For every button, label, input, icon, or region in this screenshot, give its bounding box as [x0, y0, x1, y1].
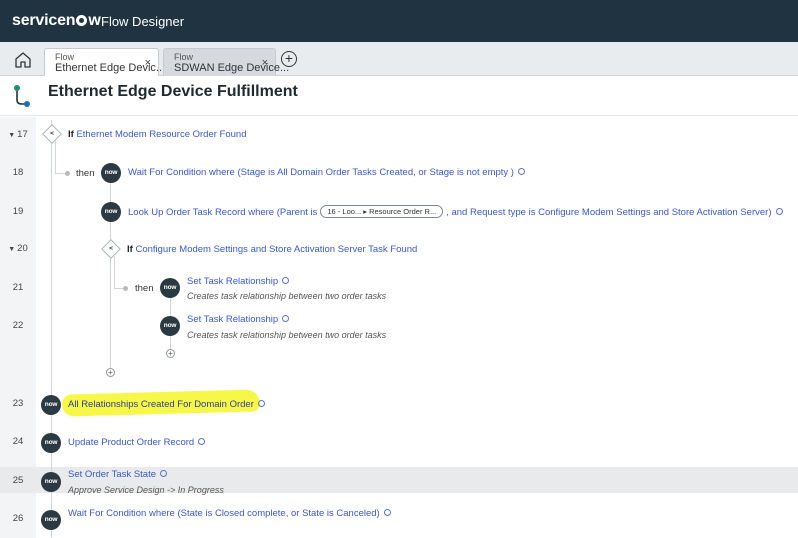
info-icon[interactable] [198, 437, 206, 445]
now-action-icon: now [41, 433, 61, 453]
info-icon[interactable] [282, 314, 290, 322]
line-number: 23 [12, 398, 24, 409]
then-label: then [135, 283, 154, 294]
page-title: Ethernet Edge Device Fulfillment [48, 83, 298, 100]
info-icon[interactable] [775, 208, 783, 215]
app-name: Flow Designer [101, 14, 185, 29]
if-branch-icon: ⪪ [42, 124, 62, 144]
tab-kind: Flow [174, 52, 194, 62]
line-number[interactable]: ▼ 17 [0, 129, 36, 140]
flow-icon [14, 85, 30, 107]
step-19-look-up-record[interactable]: Look Up Order Task Record where (Parent … [128, 205, 783, 219]
add-step-button[interactable]: + [166, 349, 175, 358]
now-action-icon: now [101, 202, 121, 222]
tab-label: Ethernet Edge Devic... [55, 62, 166, 74]
step-label[interactable]: Configure Modem Settings and Store Activ… [135, 244, 417, 255]
if-branch-connector [55, 141, 56, 173]
step-label[interactable]: All Relationships Created For Domain Ord… [68, 399, 254, 410]
step-22-set-task-relationship[interactable]: Set Task Relationship [187, 314, 290, 325]
line-number: 26 [12, 513, 24, 524]
top-navigation-bar: servicen w Flow Designer [0, 0, 798, 42]
add-step-button[interactable]: + [106, 368, 115, 377]
info-icon[interactable] [282, 276, 290, 284]
step-description: Approve Service Design -> In Progress [68, 485, 224, 495]
nested-if-connector [114, 256, 115, 288]
step-description: Creates task relationship between two or… [187, 291, 387, 301]
line-number: 21 [12, 282, 24, 293]
step-label[interactable]: Update Product Order Record [68, 437, 194, 448]
collapse-arrow-icon[interactable]: ▼ [8, 132, 15, 139]
step-24-update-product-order[interactable]: Update Product Order Record [68, 437, 206, 448]
info-icon[interactable] [383, 508, 391, 516]
now-action-icon: now [41, 395, 61, 415]
tab-sdwan-edge-device[interactable]: Flow SDWAN Edge Device... × [163, 48, 290, 76]
logo-dot-icon [76, 15, 88, 26]
line-number: 25 [12, 475, 24, 486]
step-20-if[interactable]: If Configure Modem Settings and Store Ac… [127, 244, 417, 255]
line-number: 24 [12, 436, 24, 447]
step-18-wait-for-condition[interactable]: Wait For Condition where (Stage is All D… [128, 167, 525, 178]
step-label-cont[interactable]: , and Request type is Configure Modem Se… [446, 207, 771, 218]
info-icon[interactable] [257, 399, 265, 407]
step-label[interactable]: Set Order Task State [68, 469, 156, 480]
line-number[interactable]: ▼ 20 [0, 243, 36, 254]
now-action-icon: now [160, 278, 180, 298]
now-action-icon: now [41, 510, 61, 530]
then-label: then [76, 168, 95, 179]
now-action-icon: now [41, 472, 61, 492]
close-tab-icon[interactable]: × [145, 57, 151, 69]
add-tab-button[interactable]: + [281, 51, 297, 67]
branch-node [65, 171, 70, 176]
info-icon[interactable] [517, 167, 525, 175]
close-tab-icon[interactable]: × [262, 57, 268, 69]
tab-bar: Flow Ethernet Edge Devic... × Flow SDWAN… [0, 42, 798, 77]
tab-label: SDWAN Edge Device... [174, 62, 290, 74]
line-number: 22 [12, 320, 24, 331]
if-keyword: If [127, 244, 133, 255]
logo-text-pre: service [12, 12, 66, 29]
step-17-if[interactable]: If Ethernet Modem Resource Order Found [68, 129, 246, 140]
step-23-all-relationships-created[interactable]: All Relationships Created For Domain Ord… [68, 399, 265, 410]
info-icon[interactable] [160, 469, 168, 477]
home-button[interactable] [12, 50, 34, 70]
if-branch-icon: ⪪ [101, 239, 121, 259]
step-21-set-task-relationship[interactable]: Set Task Relationship [187, 276, 290, 287]
step-label[interactable]: Look Up Order Task Record where (Parent … [128, 207, 317, 218]
step-26-wait-for-condition[interactable]: Wait For Condition where (State is Close… [68, 508, 391, 519]
step-label[interactable]: Wait For Condition where (State is Close… [68, 508, 380, 519]
now-action-icon: now [101, 163, 121, 183]
line-number: 18 [12, 167, 24, 178]
data-pill[interactable]: 16 - Loo... ▸ Resource Order R... [320, 205, 444, 218]
step-label[interactable]: Wait For Condition where (Stage is All D… [128, 167, 514, 178]
step-label[interactable]: Ethernet Modem Resource Order Found [76, 129, 246, 140]
servicenow-logo[interactable]: servicen w [12, 12, 101, 30]
step-description: Creates task relationship between two or… [187, 330, 387, 340]
branch-node [123, 286, 128, 291]
now-action-icon: now [160, 316, 180, 336]
step-label[interactable]: Set Task Relationship [187, 276, 278, 287]
line-number: 19 [12, 206, 24, 217]
tab-kind: Flow [55, 52, 75, 62]
home-icon [15, 52, 31, 68]
logo-text-post: w [88, 12, 101, 29]
step-label[interactable]: Set Task Relationship [187, 314, 278, 325]
if-keyword: If [68, 129, 74, 140]
tab-ethernet-edge-device[interactable]: Flow Ethernet Edge Devic... × [44, 48, 166, 77]
step-25-set-order-task-state[interactable]: Set Order Task State [68, 469, 168, 480]
flow-header: Ethernet Edge Device Fulfillment [0, 76, 798, 116]
collapse-arrow-icon[interactable]: ▼ [8, 246, 15, 253]
